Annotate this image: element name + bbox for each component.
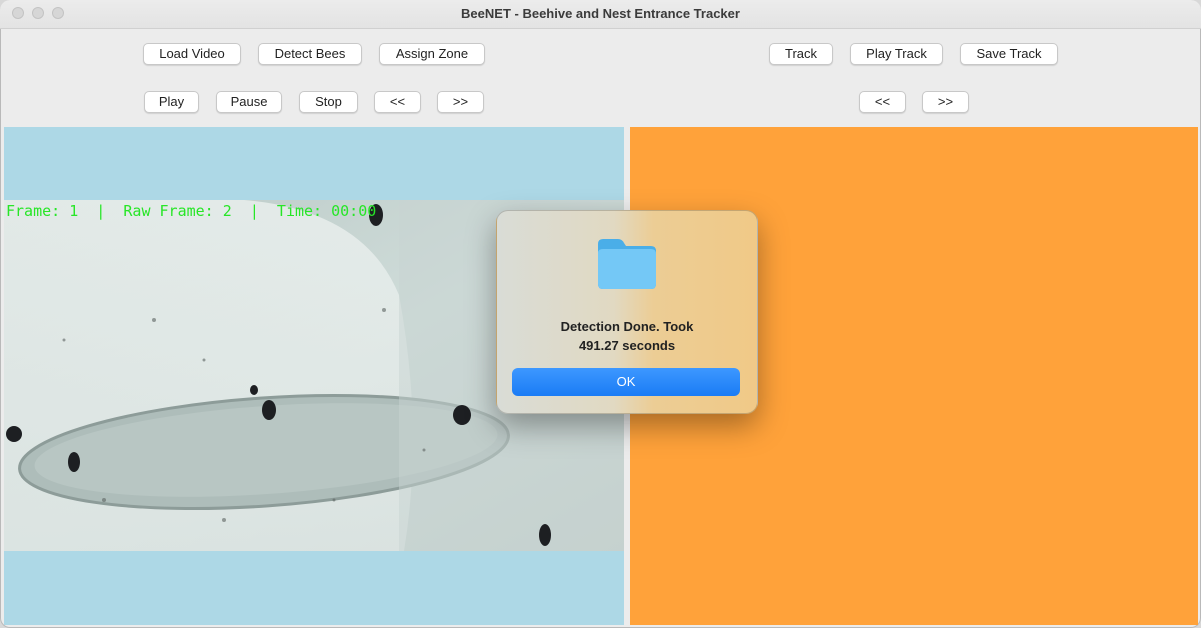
frame-info-overlay: Frame: 1 | Raw Frame: 2 | Time: 00:00 (6, 202, 377, 220)
assign-zone-button[interactable]: Assign Zone (379, 43, 485, 65)
dialog-message-line1: Detection Done. Took (560, 319, 694, 334)
dialog-message: Detection Done. Took 491.27 seconds (497, 317, 757, 355)
window-title: BeeNET - Beehive and Nest Entrance Track… (461, 6, 740, 21)
dialog-message-line2: 491.27 seconds (578, 338, 676, 353)
track-button[interactable]: Track (769, 43, 833, 65)
play-button[interactable]: Play (144, 91, 199, 113)
app-window: BeeNET - Beehive and Nest Entrance Track… (0, 0, 1201, 628)
save-track-button[interactable]: Save Track (960, 43, 1058, 65)
track-next-button[interactable]: >> (922, 91, 969, 113)
previous-frame-button[interactable]: << (374, 91, 421, 113)
next-frame-button[interactable]: >> (437, 91, 484, 113)
title-bar: BeeNET - Beehive and Nest Entrance Track… (0, 0, 1201, 29)
stop-button[interactable]: Stop (299, 91, 358, 113)
folder-icon (598, 239, 656, 289)
track-previous-button[interactable]: << (859, 91, 906, 113)
pause-button[interactable]: Pause (216, 91, 282, 113)
ok-button[interactable]: OK (512, 368, 740, 396)
play-track-button[interactable]: Play Track (850, 43, 943, 65)
detect-bees-button[interactable]: Detect Bees (258, 43, 362, 65)
detection-done-dialog: Detection Done. Took 491.27 seconds OK (496, 210, 758, 414)
load-video-button[interactable]: Load Video (143, 43, 241, 65)
